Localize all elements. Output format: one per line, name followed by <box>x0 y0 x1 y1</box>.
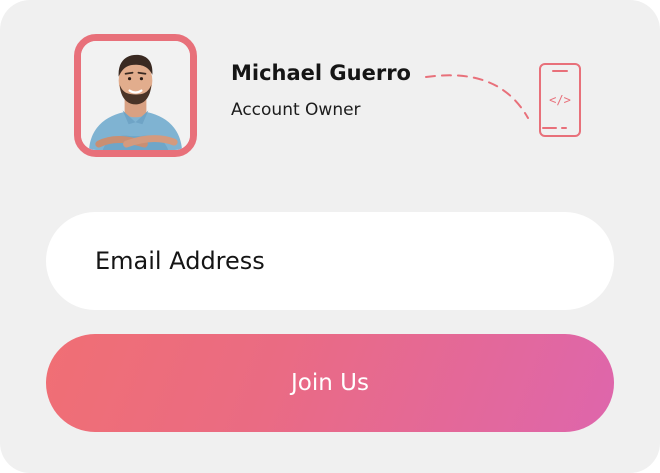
join-button[interactable]: Join Us <box>46 334 614 432</box>
user-role: Account Owner <box>231 100 361 120</box>
join-button-label: Join Us <box>291 370 369 396</box>
email-field[interactable] <box>46 212 614 310</box>
signup-card: Michael Guerro Account Owner </> Join Us <box>0 0 660 473</box>
code-glyph: </> <box>549 93 571 107</box>
mobile-code-icon: </> <box>539 63 581 137</box>
user-name: Michael Guerro <box>231 61 411 85</box>
avatar <box>74 34 197 157</box>
dashed-connector <box>425 74 529 119</box>
avatar-photo <box>81 41 190 150</box>
